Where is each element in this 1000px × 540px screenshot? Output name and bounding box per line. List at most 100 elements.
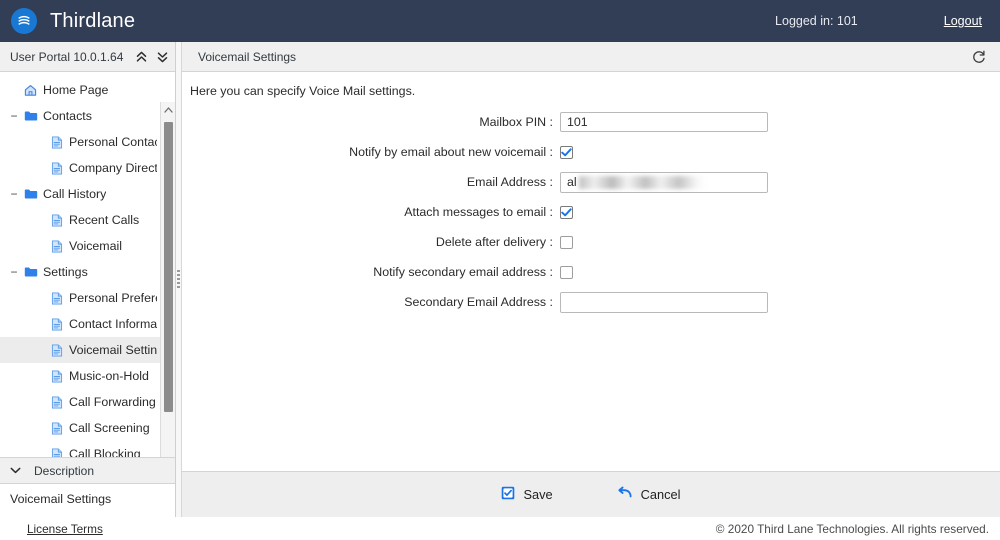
sidebar-item-recent-calls[interactable]: Recent Calls <box>0 207 161 233</box>
sidebar-header: User Portal 10.0.1.64 <box>0 42 175 72</box>
document-icon <box>48 369 65 383</box>
sidebar-item-personal-contacts[interactable]: Personal Contacts <box>0 129 161 155</box>
sidebar-item-voicemail-settings[interactable]: Voicemail Settings <box>0 337 161 363</box>
notify-new-voicemail-checkbox[interactable] <box>560 145 573 159</box>
thirdlane-logo-icon <box>11 8 37 34</box>
document-icon <box>48 213 65 227</box>
mailbox-pin-input[interactable] <box>560 112 768 132</box>
sidebar-item-company-directory[interactable]: Company Directory <box>0 155 161 181</box>
mailbox-pin-label: Mailbox PIN : <box>479 115 553 129</box>
sidebar-item-call-forwarding[interactable]: Call Forwarding <box>0 389 161 415</box>
sidebar-item-contact-information[interactable]: Contact Information <box>0 311 161 337</box>
save-label: Save <box>523 487 553 502</box>
notify-secondary-checkbox[interactable] <box>560 265 573 279</box>
document-icon <box>48 395 65 409</box>
document-icon <box>48 317 65 331</box>
document-icon <box>48 161 65 175</box>
sidebar-item-label: Voicemail Settings <box>69 343 157 357</box>
form-row-mailbox-pin: Mailbox PIN : <box>182 111 1000 133</box>
description-panel-body: Voicemail Settings <box>0 484 175 514</box>
attach-messages-checkbox[interactable] <box>560 205 573 219</box>
sidebar-item-label: Home Page <box>43 83 109 97</box>
sidebar-item-call-screening[interactable]: Call Screening <box>0 415 161 441</box>
refresh-icon[interactable] <box>970 48 988 66</box>
intro-text: Here you can specify Voice Mail settings… <box>190 84 416 98</box>
header-right-group: Logged in: 101 Logout <box>775 14 982 28</box>
sidebar-item-label: Call Screening <box>69 421 150 435</box>
form-row-delete-after-delivery: Delete after delivery : <box>182 231 1000 253</box>
double-chevron-down-icon[interactable] <box>156 49 169 65</box>
sidebar-item-music-on-hold[interactable]: Music-on-Hold <box>0 363 161 389</box>
notify-new-voicemail-label: Notify by email about new voicemail : <box>349 145 553 159</box>
sidebar-title: User Portal 10.0.1.64 <box>10 49 124 64</box>
tree-collapse-toggle-icon[interactable]: − <box>6 187 22 201</box>
sidebar-item-personal-preferenc[interactable]: Personal Preferenc… <box>0 285 161 311</box>
sidebar-item-call-blocking[interactable]: Call Blocking <box>0 441 161 458</box>
redaction-overlay <box>579 175 707 189</box>
content-header: Voicemail Settings <box>182 42 1000 72</box>
sidebar-item-label: Settings <box>43 265 88 279</box>
sidebar-item-label: Contacts <box>43 109 92 123</box>
sidebar-item-label: Personal Preferenc… <box>69 291 157 305</box>
document-icon <box>48 343 65 357</box>
navigation-tree: Home Page − Contacts Personal Contacts Compa… <box>0 72 161 458</box>
save-button[interactable]: Save <box>501 486 553 503</box>
sidebar-item-label: Voicemail <box>69 239 123 253</box>
logged-in-status: Logged in: 101 <box>775 14 858 28</box>
sidebar-item-label: Call Blocking <box>69 447 141 458</box>
splitter-grip-icon <box>177 270 181 288</box>
undo-arrow-icon <box>617 486 633 503</box>
document-icon <box>48 291 65 305</box>
form-row-secondary-email: Secondary Email Address : <box>182 291 1000 313</box>
scrollbar-up-arrow-icon[interactable] <box>161 102 175 117</box>
sidebar-item-settings[interactable]: − Settings <box>0 259 161 285</box>
folder-icon <box>22 266 39 278</box>
logout-link[interactable]: Logout <box>944 14 982 28</box>
sidebar-item-call-history[interactable]: − Call History <box>0 181 161 207</box>
cancel-label: Cancel <box>640 487 681 502</box>
email-address-label: Email Address : <box>466 175 553 189</box>
form-row-email-address: Email Address : al <box>182 171 1000 193</box>
document-icon <box>48 239 65 253</box>
scrollbar-thumb[interactable] <box>164 122 173 412</box>
license-terms-link[interactable]: License Terms <box>27 522 103 536</box>
sidebar-item-label: Call Forwarding <box>69 395 156 409</box>
email-address-visible-value: al <box>567 175 577 189</box>
notify-secondary-label: Notify secondary email address : <box>373 265 553 279</box>
form-row-notify-new-voicemail: Notify by email about new voicemail : <box>182 141 1000 163</box>
cancel-button[interactable]: Cancel <box>617 486 681 503</box>
brand-title: Thirdlane <box>50 9 136 32</box>
sidebar-item-label: Contact Information <box>69 317 157 331</box>
navigation-tree-viewport: Home Page − Contacts Personal Contacts Compa… <box>0 72 175 458</box>
sidebar: User Portal 10.0.1.64 Home Page − Contac… <box>0 42 176 517</box>
page-title: Voicemail Settings <box>198 49 297 64</box>
email-address-input[interactable]: al <box>560 171 768 193</box>
sidebar-item-voicemail[interactable]: Voicemail <box>0 233 161 259</box>
description-panel-label: Description <box>34 463 95 478</box>
secondary-email-input[interactable] <box>560 291 768 313</box>
save-checkbox-icon <box>501 486 515 503</box>
double-chevron-up-icon[interactable] <box>135 49 148 65</box>
application-window: Thirdlane Logged in: 101 Logout User Por… <box>0 0 1000 540</box>
content-body: Here you can specify Voice Mail settings… <box>182 72 1000 470</box>
sidebar-item-label: Personal Contacts <box>69 135 157 149</box>
chevron-down-icon <box>10 465 24 477</box>
sidebar-item-label: Call History <box>43 187 107 201</box>
tree-collapse-toggle-icon[interactable]: − <box>6 109 22 123</box>
description-panel-header[interactable]: Description <box>0 458 175 484</box>
voicemail-settings-form: Mailbox PIN : Notify by email about new … <box>182 111 1000 313</box>
folder-icon <box>22 110 39 122</box>
form-row-notify-secondary: Notify secondary email address : <box>182 261 1000 283</box>
delete-after-delivery-label: Delete after delivery : <box>435 235 553 249</box>
delete-after-delivery-checkbox[interactable] <box>560 235 573 249</box>
sidebar-item-label: Music-on-Hold <box>69 369 149 383</box>
sidebar-item-home-page[interactable]: Home Page <box>0 77 161 103</box>
folder-icon <box>22 188 39 200</box>
sidebar-item-contacts[interactable]: − Contacts <box>0 103 161 129</box>
sidebar-scrollbar[interactable] <box>160 102 175 457</box>
copyright-text: © 2020 Third Lane Technologies. All righ… <box>715 521 989 536</box>
home-icon <box>22 84 39 97</box>
secondary-email-label: Secondary Email Address : <box>404 295 553 309</box>
tree-collapse-toggle-icon[interactable]: − <box>6 265 22 279</box>
document-icon <box>48 135 65 149</box>
